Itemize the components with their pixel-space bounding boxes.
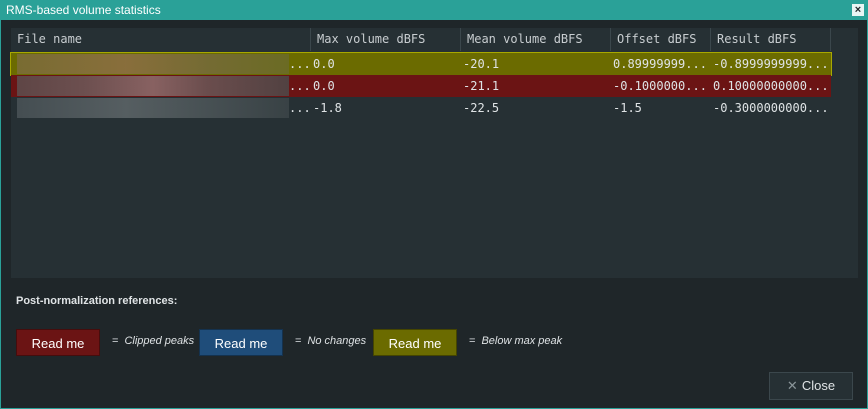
column-header-file-name[interactable]: File name [11,28,311,51]
offset-cell: 0.89999999... [613,57,707,71]
legend-clipped: = Clipped peaks [112,335,194,347]
legend-no-changes-text: No changes [307,335,367,347]
mean-volume-cell: -22.5 [463,101,500,115]
file-name-ellipsis: ... [289,79,311,93]
close-icon[interactable]: × [852,4,864,16]
legend-no-changes: = No changes [295,335,366,347]
legend-equals: = [112,335,119,347]
read-me-no-changes-button[interactable]: Read me [199,329,283,356]
file-name-ellipsis: ... [289,57,311,71]
file-name-redacted [17,76,289,96]
result-cell: -0.8999999999... [713,57,829,71]
legend-equals: = [295,335,302,347]
close-button[interactable]: ✕ Close [769,372,853,400]
table-row[interactable]: ... -1.8 -22.5 -1.5 -0.3000000000... [11,97,831,119]
volume-stats-dialog: RMS-based volume statistics × File name … [0,0,868,409]
legend-below-max-text: Below max peak [481,335,563,347]
max-volume-cell: 0.0 [313,57,335,71]
close-label: Close [801,378,836,393]
max-volume-cell: 0.0 [313,79,335,93]
result-cell: 0.10000000000... [713,79,829,93]
references-label: Post-normalization references: [16,295,178,307]
table-header: File name Max volume dBFS Mean volume dB… [11,28,858,51]
offset-cell: -1.5 [613,101,642,115]
mean-volume-cell: -21.1 [463,79,500,93]
column-header-mean-volume[interactable]: Mean volume dBFS [461,28,611,51]
file-name-ellipsis: ... [289,101,311,115]
title-bar[interactable]: RMS-based volume statistics × [1,1,867,20]
close-icon: ✕ [786,378,798,393]
legend-equals: = [469,335,476,347]
column-header-result[interactable]: Result dBFS [711,28,831,51]
file-name-redacted [17,98,289,118]
mean-volume-cell: -20.1 [463,57,500,71]
stats-table: File name Max volume dBFS Mean volume dB… [10,28,858,278]
result-cell: -0.3000000000... [713,101,829,115]
file-name-redacted [17,54,289,74]
column-header-max-volume[interactable]: Max volume dBFS [311,28,461,51]
read-me-below-max-button[interactable]: Read me [373,329,457,356]
window-title: RMS-based volume statistics [6,3,161,17]
legend-below-max: = Below max peak [469,335,562,347]
max-volume-cell: -1.8 [313,101,342,115]
offset-cell: -0.1000000... [613,79,707,93]
table-row[interactable]: ... 0.0 -20.1 0.89999999... -0.899999999… [10,52,832,76]
legend-clipped-text: Clipped peaks [124,335,195,347]
read-me-clipped-button[interactable]: Read me [16,329,100,356]
table-row[interactable]: ... 0.0 -21.1 -0.1000000... 0.1000000000… [11,75,831,97]
column-header-offset[interactable]: Offset dBFS [611,28,711,51]
